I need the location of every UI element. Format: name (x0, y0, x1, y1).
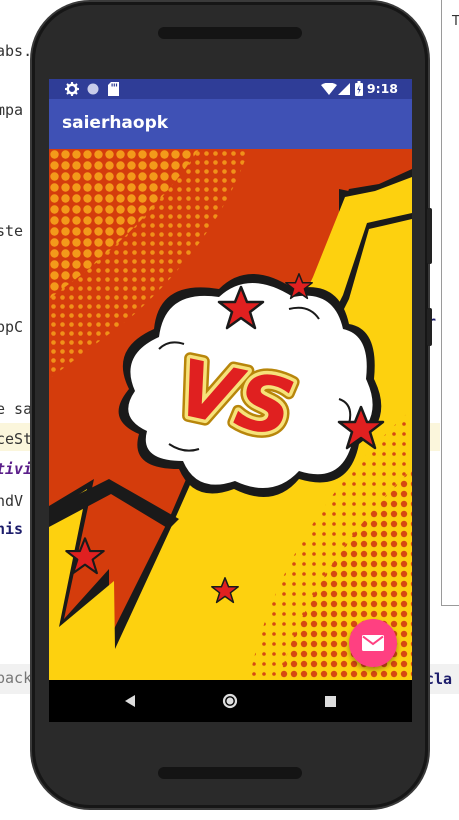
signal-icon (338, 83, 350, 95)
ide-code-line: ceSt (0, 430, 33, 448)
app-bar: saierhaopk (49, 99, 412, 149)
status-bar: 9:18 (49, 79, 412, 99)
ide-code-line: ppC (0, 318, 24, 336)
device-screen: 9:18 saierhaopk VS VS VS (49, 79, 412, 722)
vs-comic-illustration: VS VS VS (49, 149, 412, 680)
wifi-icon (321, 83, 337, 95)
ide-code-line: cla (425, 670, 453, 688)
top-speaker (158, 27, 302, 39)
sd-card-icon (108, 82, 119, 96)
vs-comic-image: VS VS VS (49, 149, 412, 680)
circle-icon (87, 83, 99, 95)
bottom-speaker (158, 767, 302, 779)
nav-back-button[interactable] (100, 680, 160, 722)
recents-icon (324, 695, 336, 707)
ide-code-line: ndV (0, 492, 24, 510)
ide-code-line: back (0, 669, 33, 687)
mail-icon (362, 635, 384, 651)
nav-home-button[interactable] (200, 680, 260, 722)
status-time: 9:18 (366, 81, 398, 96)
home-icon (222, 693, 238, 709)
ide-code-line: abs. (0, 42, 33, 60)
ide-code-line: mpa (0, 101, 24, 119)
back-icon (125, 695, 135, 707)
app-title: saierhaopk (62, 113, 169, 133)
ide-code-line: e sa (0, 400, 33, 418)
ide-panel-border (441, 605, 459, 606)
ide-code-line: ste (0, 222, 24, 240)
mail-fab-button[interactable] (349, 619, 397, 667)
ide-tick-text: T (452, 14, 459, 29)
navigation-bar (49, 680, 412, 722)
gear-icon (65, 82, 79, 96)
ide-code-line: tivi (0, 460, 33, 478)
nav-recents-button[interactable] (300, 680, 360, 722)
ide-code-line: his (0, 520, 24, 538)
ide-panel-border (441, 0, 442, 605)
volume-button[interactable] (427, 208, 432, 264)
power-button[interactable] (427, 308, 432, 346)
battery-icon (355, 81, 363, 96)
